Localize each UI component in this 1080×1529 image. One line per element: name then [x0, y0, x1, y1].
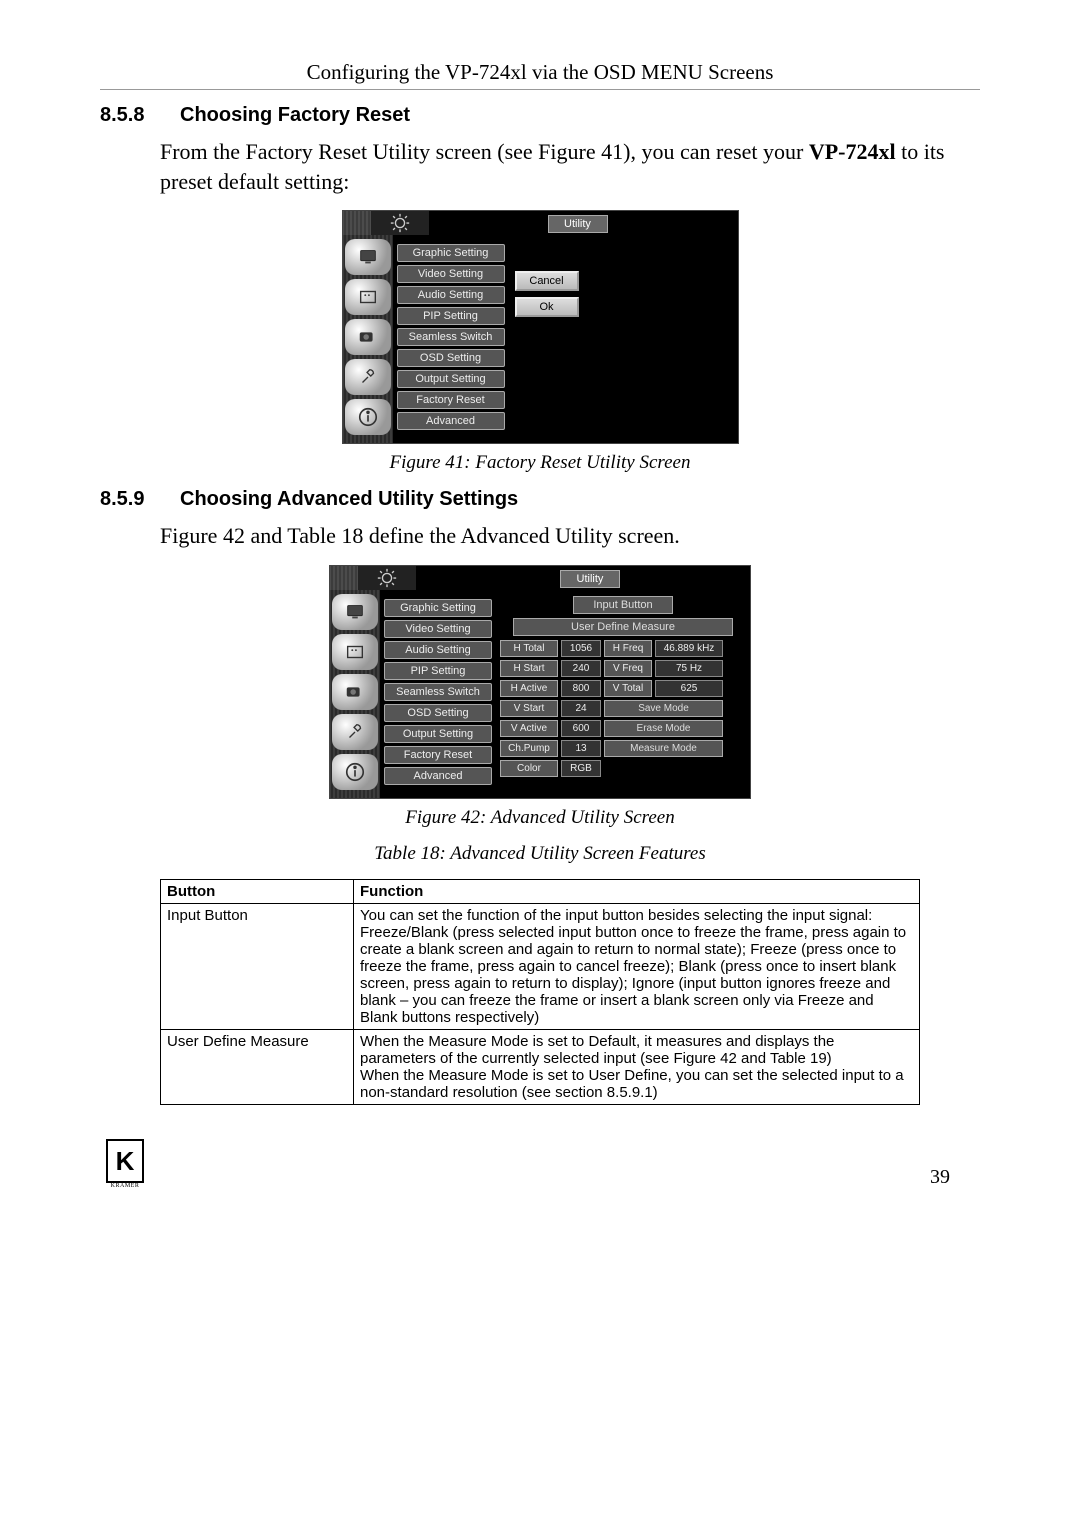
section-heading: Choosing Advanced Utility Settings: [180, 488, 518, 510]
top-strip: [330, 566, 358, 590]
label-vstart: V Start: [500, 700, 558, 717]
label-htotal: H Total: [500, 640, 558, 657]
value-vactive: 600: [561, 720, 601, 737]
value-vfreq: 75 Hz: [655, 660, 723, 677]
value-chpump: 13: [561, 740, 601, 757]
table-header-button: Button: [161, 880, 354, 904]
camera-icon[interactable]: [345, 319, 391, 355]
info-icon[interactable]: [345, 399, 391, 435]
user-define-measure-chip[interactable]: User Define Measure: [513, 618, 733, 636]
menu-advanced[interactable]: Advanced: [384, 767, 492, 785]
caption-tab18: Table 18: Advanced Utility Screen Featur…: [100, 843, 980, 865]
section-heading: Choosing Factory Reset: [180, 104, 410, 126]
label-color: Color: [500, 760, 558, 777]
caption-fig41: Figure 41: Factory Reset Utility Screen: [100, 452, 980, 474]
osd-right-panel: Cancel Ok: [509, 235, 738, 443]
label-hactive: H Active: [500, 680, 558, 697]
label-vfreq: V Freq: [604, 660, 652, 677]
menu-pip-setting[interactable]: PIP Setting: [397, 307, 505, 325]
camera-icon[interactable]: [332, 674, 378, 710]
page-footer: K KRAMER 39: [100, 1139, 980, 1189]
table-row: Input Button You can set the function of…: [161, 904, 920, 1030]
value-color: RGB: [561, 760, 601, 777]
section-number: 8.5.8: [100, 104, 180, 127]
section-858-title: 8.5.8Choosing Factory Reset: [100, 104, 980, 127]
brand-logo: K KRAMER: [106, 1139, 144, 1189]
section-number: 8.5.9: [100, 488, 180, 511]
input-icon[interactable]: [345, 279, 391, 315]
figure-41-osd: Utility Graphic Setting Video Setting Au…: [342, 210, 739, 444]
brightness-icon: [358, 566, 416, 590]
label-hfreq: H Freq: [604, 640, 652, 657]
label-vactive: V Active: [500, 720, 558, 737]
menu-graphic-setting[interactable]: Graphic Setting: [397, 244, 505, 262]
osd-title: Utility: [560, 570, 620, 588]
menu-graphic-setting[interactable]: Graphic Setting: [384, 599, 492, 617]
menu-advanced[interactable]: Advanced: [397, 412, 505, 430]
osd-title: Utility: [548, 215, 608, 233]
brightness-icon: [371, 211, 429, 235]
menu-seamless-switch[interactable]: Seamless Switch: [397, 328, 505, 346]
value-hstart: 240: [561, 660, 601, 677]
menu-audio-setting[interactable]: Audio Setting: [397, 286, 505, 304]
value-vtotal: 625: [655, 680, 723, 697]
tools-icon[interactable]: [345, 359, 391, 395]
table-cell-function: When the Measure Mode is set to Default,…: [354, 1030, 920, 1105]
text-fragment: From the Factory Reset Utility screen (s…: [160, 139, 809, 164]
value-vstart: 24: [561, 700, 601, 717]
table-cell-button: User Define Measure: [161, 1030, 354, 1105]
ok-button[interactable]: Ok: [515, 297, 579, 317]
paragraph-858: From the Factory Reset Utility screen (s…: [100, 137, 980, 196]
value-hfreq: 46.889 kHz: [655, 640, 723, 657]
section-859-title: 8.5.9Choosing Advanced Utility Settings: [100, 488, 980, 511]
figure-42-osd: Utility Graphic Setting Video Setting Au…: [329, 565, 751, 799]
info-icon[interactable]: [332, 754, 378, 790]
logo-subtext: KRAMER: [106, 1183, 144, 1189]
menu-osd-setting[interactable]: OSD Setting: [397, 349, 505, 367]
caption-fig42: Figure 42: Advanced Utility Screen: [100, 807, 980, 829]
input-icon[interactable]: [332, 634, 378, 670]
tools-icon[interactable]: [332, 714, 378, 750]
menu-video-setting[interactable]: Video Setting: [384, 620, 492, 638]
save-mode-button[interactable]: Save Mode: [604, 700, 723, 717]
value-htotal: 1056: [561, 640, 601, 657]
logo-k-icon: K: [106, 1139, 144, 1183]
input-button-chip[interactable]: Input Button: [573, 596, 673, 614]
osd-menu-list: Graphic Setting Video Setting Audio Sett…: [393, 235, 509, 443]
table-cell-function: You can set the function of the input bu…: [354, 904, 920, 1030]
monitor-icon[interactable]: [332, 594, 378, 630]
menu-osd-setting[interactable]: OSD Setting: [384, 704, 492, 722]
menu-seamless-switch[interactable]: Seamless Switch: [384, 683, 492, 701]
label-vtotal: V Total: [604, 680, 652, 697]
menu-output-setting[interactable]: Output Setting: [397, 370, 505, 388]
menu-video-setting[interactable]: Video Setting: [397, 265, 505, 283]
measure-mode-button[interactable]: Measure Mode: [604, 740, 723, 757]
menu-audio-setting[interactable]: Audio Setting: [384, 641, 492, 659]
menu-output-setting[interactable]: Output Setting: [384, 725, 492, 743]
monitor-icon[interactable]: [345, 239, 391, 275]
page-number: 39: [930, 1166, 950, 1189]
value-hactive: 800: [561, 680, 601, 697]
label-chpump: Ch.Pump: [500, 740, 558, 757]
label-hstart: H Start: [500, 660, 558, 677]
table-cell-button: Input Button: [161, 904, 354, 1030]
menu-factory-reset[interactable]: Factory Reset: [384, 746, 492, 764]
top-strip: [343, 211, 371, 235]
page-header: Configuring the VP-724xl via the OSD MEN…: [100, 60, 980, 90]
erase-mode-button[interactable]: Erase Mode: [604, 720, 723, 737]
measure-grid: H Total 1056 H Freq 46.889 kHz H Start 2…: [500, 640, 746, 777]
product-name: VP-724xl: [809, 139, 896, 164]
table-row: User Define Measure When the Measure Mod…: [161, 1030, 920, 1105]
paragraph-859: Figure 42 and Table 18 define the Advanc…: [100, 521, 980, 551]
table-18: Button Function Input Button You can set…: [160, 879, 920, 1105]
cancel-button[interactable]: Cancel: [515, 271, 579, 291]
menu-factory-reset[interactable]: Factory Reset: [397, 391, 505, 409]
osd-right-panel: Input Button User Define Measure H Total…: [496, 590, 750, 798]
menu-pip-setting[interactable]: PIP Setting: [384, 662, 492, 680]
table-header-function: Function: [354, 880, 920, 904]
osd-menu-list: Graphic Setting Video Setting Audio Sett…: [380, 590, 496, 798]
